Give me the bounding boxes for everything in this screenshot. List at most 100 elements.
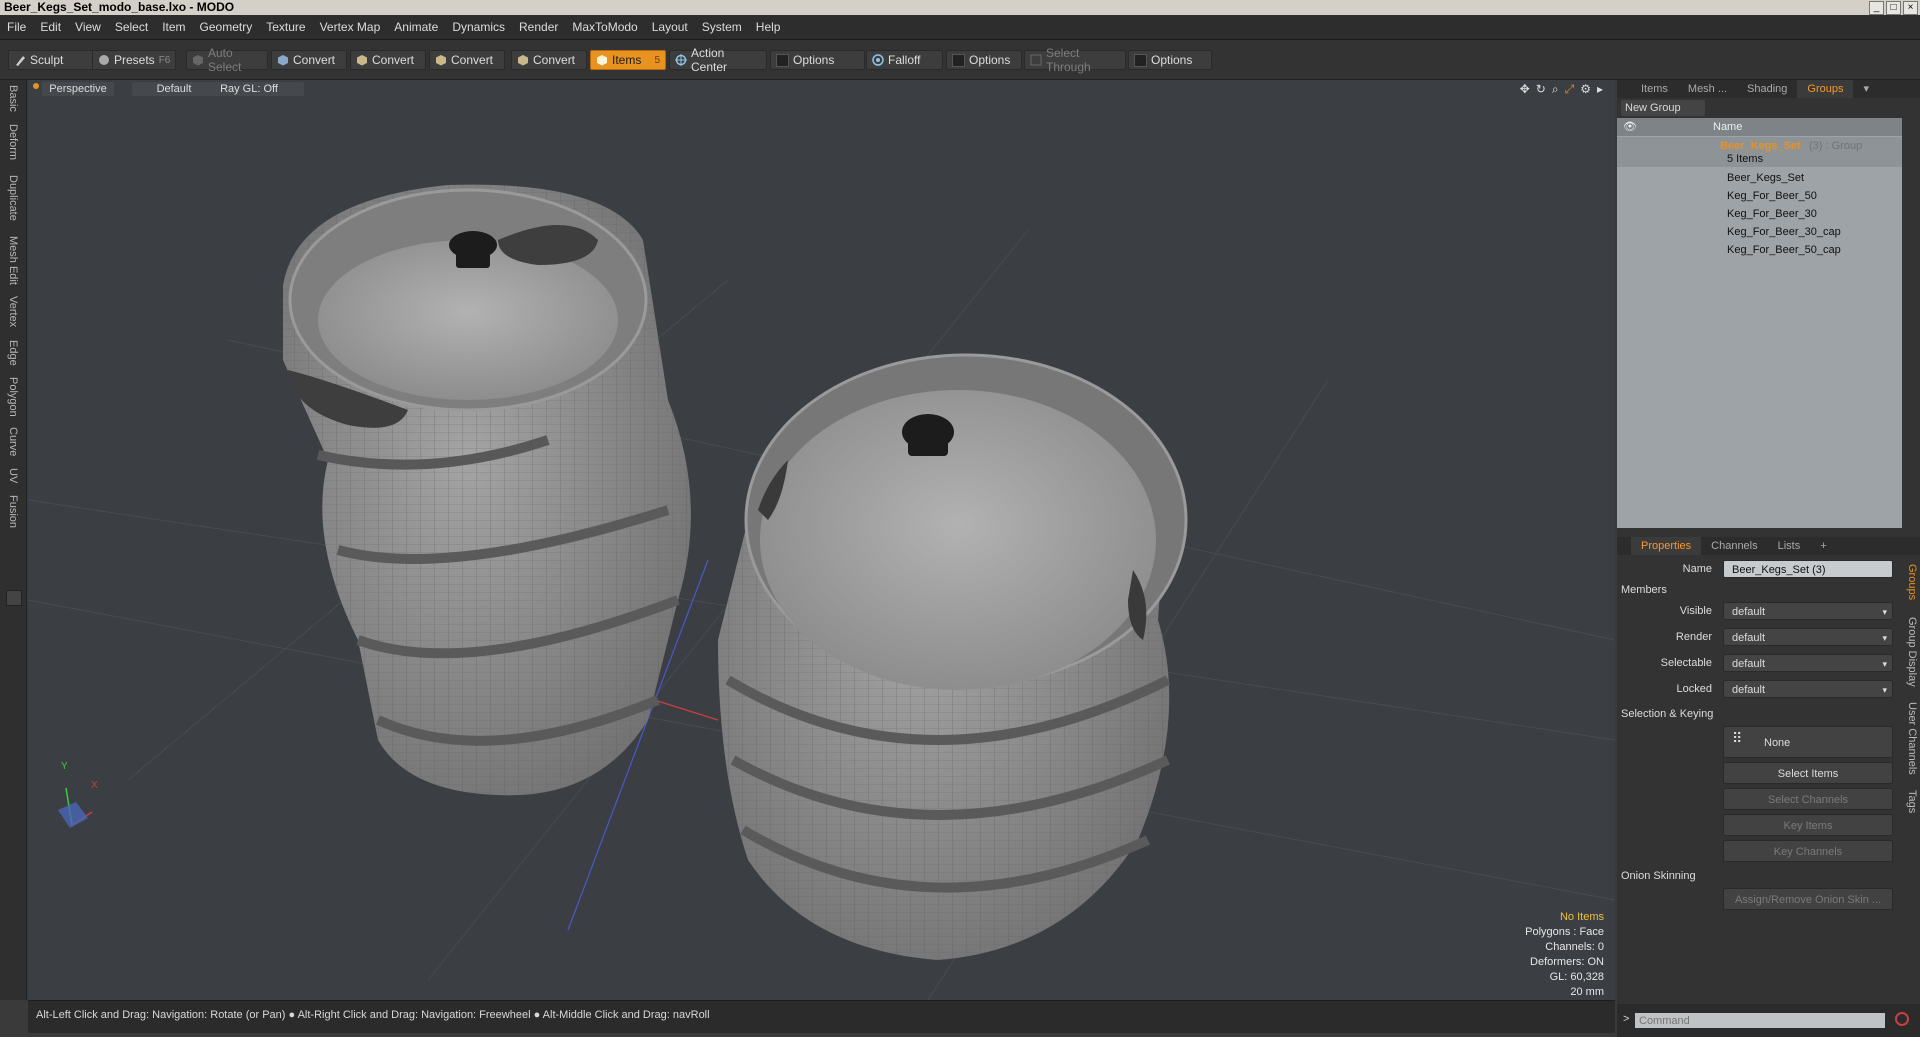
presets-button[interactable]: Presets F6 — [92, 50, 176, 70]
tab-items[interactable]: Items — [1631, 80, 1678, 98]
side-tab-groups[interactable]: Groups — [1904, 560, 1918, 604]
name-row: Name Beer_Kegs_Set (3) — [1617, 558, 1902, 580]
tab-groups[interactable]: Groups — [1797, 80, 1854, 98]
menu-render[interactable]: Render — [512, 20, 565, 34]
command-input[interactable] — [1635, 1013, 1885, 1028]
action-center-button[interactable]: Action Center — [669, 46, 767, 74]
add-tab-button[interactable]: + — [1810, 537, 1836, 555]
new-group-button[interactable]: New Group — [1621, 100, 1705, 116]
axis-gizmo — [58, 787, 93, 828]
maximize-button[interactable]: □ — [1886, 1, 1901, 15]
crosshair-icon — [675, 54, 687, 66]
tree-row-child[interactable]: Keg_For_Beer_50 — [1617, 187, 1902, 205]
options-button-3[interactable]: Options — [1128, 50, 1212, 70]
select-through-button[interactable]: Select Through — [1024, 46, 1126, 74]
menu-texture[interactable]: Texture — [259, 20, 312, 34]
tree-row-child[interactable]: Beer_Kegs_Set — [1617, 169, 1902, 187]
tab-edge[interactable]: Edge — [3, 336, 22, 370]
tab-deform[interactable]: Deform — [3, 120, 22, 164]
convert-button-4[interactable]: Convert — [511, 50, 587, 70]
tab-channels[interactable]: Channels — [1701, 537, 1767, 555]
tree-row-group[interactable]: Beer_Kegs_Set (3) : Group 5 Items — [1617, 137, 1902, 167]
3d-viewport[interactable]: Y X Perspective Default Ray GL: Off ✥ ↻ … — [28, 80, 1615, 1000]
tree-row-child[interactable]: Keg_For_Beer_50_cap — [1617, 241, 1902, 259]
eye-column-icon: 👁 — [1623, 121, 1637, 133]
side-tab-user-channels[interactable]: User Channels — [1904, 698, 1918, 778]
status-text: Alt-Left Click and Drag: Navigation: Rot… — [36, 1009, 710, 1021]
tab-vertex[interactable]: Vertex — [3, 292, 22, 332]
rotate-view-icon[interactable]: ↻ — [1536, 82, 1546, 97]
sculpt-button[interactable]: Sculpt — [8, 50, 94, 70]
name-field[interactable]: Beer_Kegs_Set (3) — [1723, 560, 1893, 578]
brush-icon — [14, 54, 26, 66]
tab-mesh-edit[interactable]: Mesh Edit — [3, 232, 22, 288]
tree-row-child[interactable]: Keg_For_Beer_30 — [1617, 205, 1902, 223]
members-section[interactable]: Members — [1621, 584, 1667, 596]
menu-layout[interactable]: Layout — [645, 20, 695, 34]
falloff-button[interactable]: Falloff — [866, 50, 943, 70]
menu-vertex-map[interactable]: Vertex Map — [313, 20, 388, 34]
keg-2 — [718, 353, 1188, 960]
convert-button-1[interactable]: Convert — [271, 50, 347, 70]
group-suffix: (3) : Group — [1809, 140, 1863, 152]
selection-keying-section[interactable]: Selection & Keying — [1621, 708, 1713, 720]
settings-gear-icon[interactable]: ⚙ — [1580, 82, 1591, 97]
selectable-row: Selectable default ▾ — [1617, 652, 1902, 674]
menu-item[interactable]: Item — [155, 20, 192, 34]
tab-dropdown-icon[interactable]: ▾ — [1853, 80, 1879, 98]
tab-uv[interactable]: UV — [3, 464, 22, 488]
options-button-2[interactable]: Options — [946, 50, 1022, 70]
close-button[interactable]: × — [1903, 1, 1918, 15]
tab-properties[interactable]: Properties — [1631, 537, 1702, 555]
tab-mesh[interactable]: Mesh ... — [1678, 80, 1737, 98]
viewport-menu-dot-icon[interactable] — [33, 83, 39, 89]
move-view-icon[interactable]: ✥ — [1520, 82, 1530, 97]
tab-duplicate[interactable]: Duplicate — [3, 170, 22, 226]
convert-button-3[interactable]: Convert — [429, 50, 505, 70]
menu-maxtomodo[interactable]: MaxToModo — [565, 20, 644, 34]
menu-select[interactable]: Select — [108, 20, 155, 34]
locked-dropdown[interactable]: default ▾ — [1723, 680, 1893, 698]
menu-view[interactable]: View — [68, 20, 108, 34]
selectable-dropdown[interactable]: default ▾ — [1723, 654, 1893, 672]
tab-basic[interactable]: Basic — [3, 82, 22, 114]
onion-skinning-section[interactable]: Onion Skinning — [1621, 870, 1696, 882]
convert-button-2[interactable]: Convert — [350, 50, 426, 70]
tabs-toggle-button[interactable] — [6, 590, 22, 606]
tab-fusion[interactable]: Fusion — [3, 492, 22, 532]
render-dropdown[interactable]: default ▾ — [1723, 628, 1893, 646]
menu-system[interactable]: System — [695, 20, 749, 34]
menu-edit[interactable]: Edit — [33, 20, 68, 34]
options-button-1[interactable]: Options — [770, 50, 865, 70]
menu-dynamics[interactable]: Dynamics — [445, 20, 512, 34]
convert-icon — [356, 54, 368, 66]
menu-help[interactable]: Help — [749, 20, 788, 34]
side-tab-group-display[interactable]: Group Display — [1904, 612, 1918, 692]
view-type-dropdown[interactable]: Perspective — [42, 82, 114, 96]
none-button[interactable]: ⠿ None — [1723, 726, 1893, 758]
assign-onion-skin-button[interactable]: Assign/Remove Onion Skin ... — [1723, 888, 1893, 910]
tree-row-child[interactable]: Keg_For_Beer_30_cap — [1617, 223, 1902, 241]
expand-arrow-icon[interactable]: ▸ — [1597, 82, 1603, 97]
key-channels-button[interactable]: Key Channels — [1723, 840, 1893, 862]
visible-dropdown[interactable]: default ▾ — [1723, 602, 1893, 620]
minimize-button[interactable]: _ — [1869, 1, 1884, 15]
select-items-button[interactable]: Select Items — [1723, 762, 1893, 784]
tab-shading[interactable]: Shading — [1737, 80, 1797, 98]
select-channels-button[interactable]: Select Channels — [1723, 788, 1893, 810]
zoom-view-icon[interactable]: ⌕ — [1552, 82, 1559, 97]
items-mode-button[interactable]: Items 5 — [590, 50, 666, 70]
tab-curve[interactable]: Curve — [3, 424, 22, 460]
key-items-button[interactable]: Key Items — [1723, 814, 1893, 836]
auto-select-button[interactable]: Auto Select — [186, 46, 268, 74]
checkbox-icon — [952, 53, 965, 67]
raygl-toggle[interactable]: Ray GL: Off — [194, 82, 304, 96]
menu-animate[interactable]: Animate — [387, 20, 445, 34]
side-tab-tags[interactable]: Tags — [1904, 784, 1918, 820]
fit-view-icon[interactable]: ⤢ — [1565, 82, 1575, 97]
tab-polygon[interactable]: Polygon — [3, 374, 22, 420]
menu-geometry[interactable]: Geometry — [193, 20, 260, 34]
menu-file[interactable]: File — [0, 20, 33, 34]
tab-lists[interactable]: Lists — [1768, 537, 1811, 555]
record-icon[interactable] — [1895, 1012, 1909, 1026]
